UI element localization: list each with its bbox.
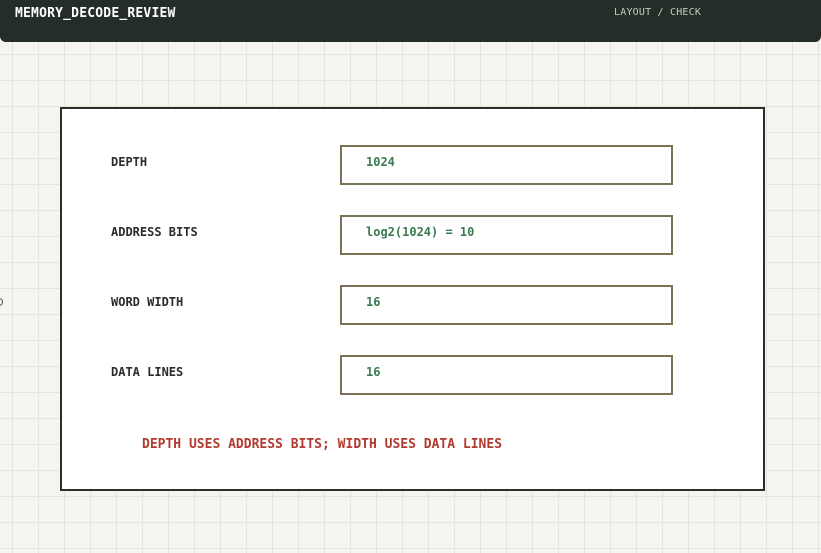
- breadcrumb[interactable]: LAYOUT / CHECK: [614, 7, 701, 18]
- rule-note: DEPTH USES ADDRESS BITS; WIDTH USES DATA…: [142, 437, 503, 452]
- address-bits-label: ADDRESS BITS: [111, 225, 198, 239]
- address-bits-value: log2(1024) = 10: [366, 225, 475, 239]
- depth-value: 1024: [366, 155, 395, 169]
- top-bar: MEMORY_DECODE_REVIEW LAYOUT / CHECK: [0, 0, 821, 42]
- address-bits-field[interactable]: log2(1024) = 10: [340, 215, 673, 255]
- word-width-value: 16: [366, 295, 381, 309]
- data-lines-label: DATA LINES: [111, 365, 184, 379]
- depth-field[interactable]: 1024: [340, 145, 673, 185]
- word-width-field[interactable]: 16: [340, 285, 673, 325]
- app-title: MEMORY_DECODE_REVIEW: [15, 6, 176, 21]
- data-lines-value: 16: [366, 365, 381, 379]
- depth-label: DEPTH: [111, 155, 148, 169]
- word-width-label: WORD WIDTH: [111, 295, 184, 309]
- memory-decode-panel: DEPTH 1024 ADDRESS BITS log2(1024) = 10 …: [60, 107, 765, 491]
- edge-handle-icon[interactable]: [0, 298, 3, 306]
- data-lines-field[interactable]: 16: [340, 355, 673, 395]
